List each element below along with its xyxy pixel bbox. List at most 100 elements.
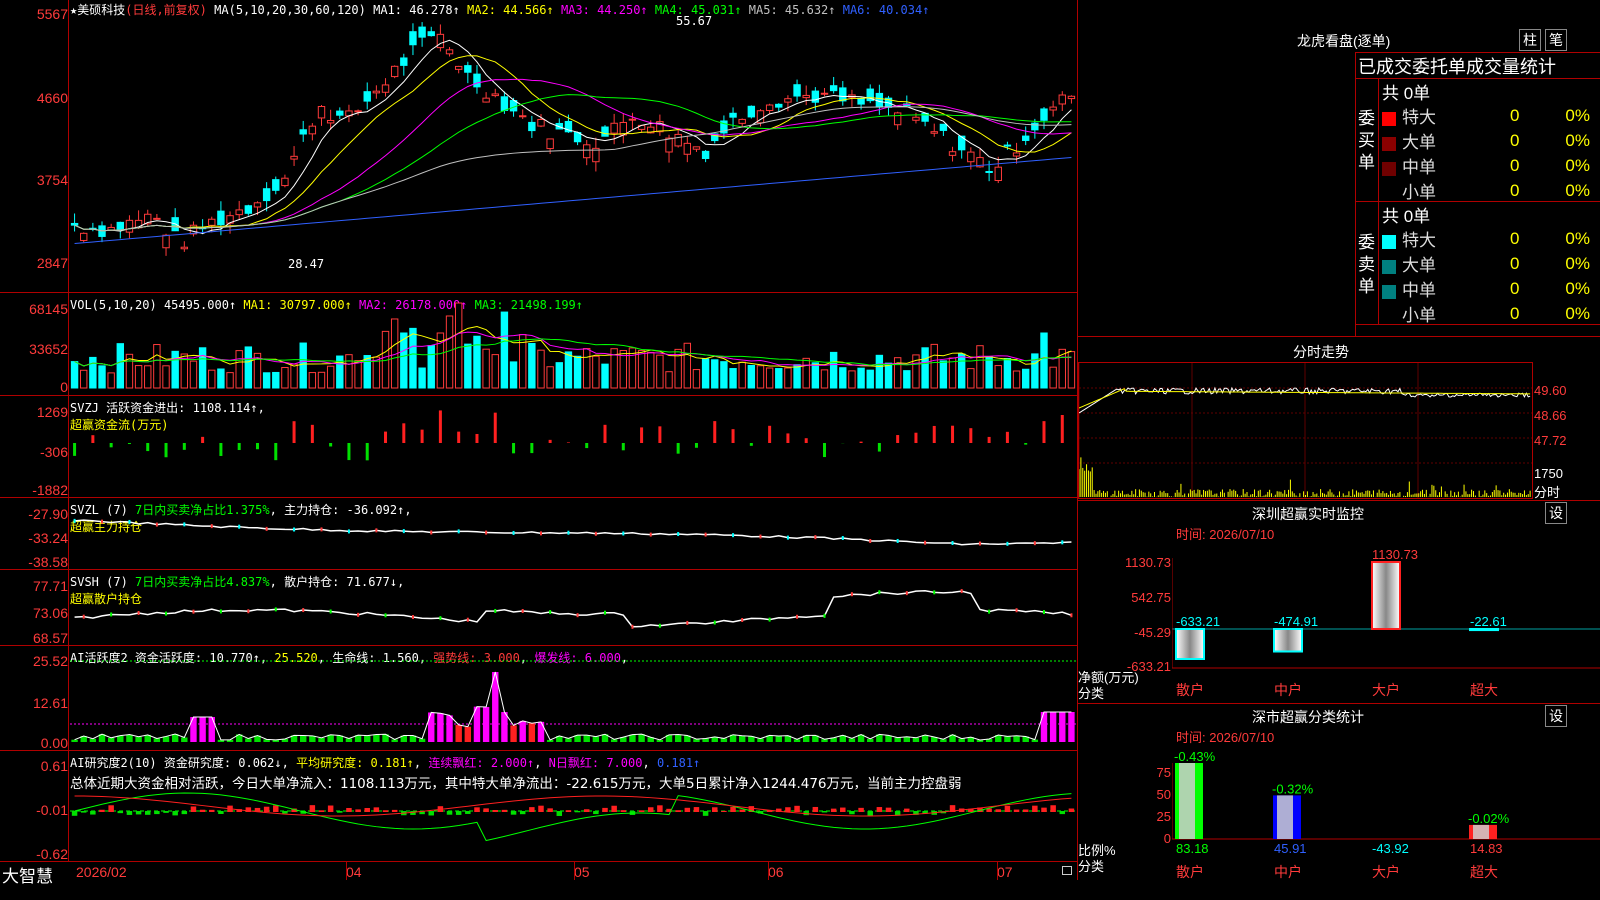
position-tick bbox=[1006, 541, 1009, 546]
candle-body bbox=[939, 123, 948, 131]
brand-logo[interactable]: 大智慧 bbox=[2, 862, 53, 887]
research-bar bbox=[373, 807, 380, 812]
tick-mode-button[interactable]: 笔 bbox=[1545, 29, 1567, 51]
flow-bar bbox=[402, 423, 406, 443]
position-tick bbox=[649, 532, 652, 537]
flow-bar bbox=[146, 443, 150, 452]
activity-bar bbox=[208, 717, 215, 742]
svzl-chart[interactable] bbox=[70, 498, 1076, 569]
ratio-bar-shine bbox=[1277, 795, 1293, 839]
sz-monitor-chart[interactable]: -633.21 散户 -474.91 中户 1130.73 大户 -22.61 超大 bbox=[1172, 540, 1600, 702]
position-tick bbox=[896, 538, 899, 543]
activity-bar bbox=[345, 738, 353, 742]
research-bar bbox=[172, 811, 178, 816]
candle-body bbox=[619, 121, 628, 136]
intraday-chart-frame[interactable] bbox=[1078, 362, 1533, 499]
activity-bar bbox=[510, 725, 517, 742]
sz-monitor-settings-button[interactable]: 设 bbox=[1545, 502, 1567, 524]
candle-body bbox=[116, 221, 125, 231]
candle-body bbox=[665, 137, 673, 153]
buy-count: 0 bbox=[1510, 105, 1520, 125]
buy-name: 大单 bbox=[1402, 133, 1436, 152]
svsh-chart[interactable] bbox=[70, 570, 1076, 645]
candle-body bbox=[610, 122, 618, 134]
ai-active-axis-2: 0.00 bbox=[40, 735, 68, 751]
intraday-chart[interactable] bbox=[1078, 363, 1532, 498]
position-tick bbox=[786, 535, 789, 540]
activity-bar bbox=[181, 737, 188, 742]
research-bar bbox=[529, 807, 535, 812]
volume-bar bbox=[317, 371, 326, 389]
volume-bar bbox=[98, 365, 106, 389]
flow-bar bbox=[603, 424, 607, 443]
ai-research-axis-0: 0.61 bbox=[40, 758, 68, 774]
volume-bar bbox=[555, 362, 563, 389]
intraday-axis-2: 47.72 bbox=[1534, 433, 1567, 448]
candle-body bbox=[738, 118, 746, 124]
flow-bar bbox=[457, 431, 461, 443]
research-bar bbox=[675, 810, 681, 812]
flow-bar bbox=[1042, 421, 1046, 443]
sz-class-chart[interactable]: -0.43% 83.18 散户 -0.32% 45.91 中户 -43.92 大户 -0.02%… bbox=[1172, 743, 1600, 900]
flow-bar bbox=[255, 443, 259, 450]
position-tick bbox=[192, 609, 195, 614]
volume-bar bbox=[875, 354, 884, 389]
volume-bar bbox=[217, 368, 225, 389]
flow-bar bbox=[219, 443, 223, 456]
sz-class-settings-button[interactable]: 设 bbox=[1545, 705, 1567, 727]
category-label: 大户 bbox=[1372, 864, 1400, 881]
research-bar bbox=[209, 809, 215, 812]
research-bar bbox=[556, 811, 563, 816]
ai-active-chart[interactable] bbox=[70, 646, 1076, 750]
lock-icon[interactable] bbox=[1062, 866, 1072, 875]
volume-bar bbox=[208, 369, 216, 389]
volume-bar bbox=[262, 372, 271, 389]
candlestick-chart[interactable] bbox=[70, 0, 1076, 292]
candle-body bbox=[601, 126, 609, 137]
longhu-title: 龙虎看盘(逐单) bbox=[1297, 33, 1391, 49]
candle-body bbox=[427, 31, 435, 37]
ai-research-chart[interactable] bbox=[70, 751, 1076, 861]
flow-bar bbox=[310, 424, 314, 443]
research-bar bbox=[657, 805, 663, 812]
research-bar bbox=[574, 811, 581, 813]
flow-bar bbox=[640, 427, 644, 443]
bar-mode-button[interactable]: 柱 bbox=[1519, 29, 1541, 51]
sell-swatch bbox=[1382, 259, 1396, 274]
sell-total: 共 0单 bbox=[1382, 207, 1431, 226]
activity-bar bbox=[1049, 712, 1057, 742]
category-label: 中户 bbox=[1274, 864, 1302, 881]
ratio-bar-shine bbox=[1473, 824, 1489, 839]
activity-bar bbox=[446, 715, 453, 742]
position-tick bbox=[622, 531, 625, 536]
position-tick bbox=[631, 624, 634, 629]
candle-body bbox=[994, 166, 1002, 182]
position-tick bbox=[320, 527, 323, 532]
sell-swatch bbox=[1382, 284, 1396, 299]
volume-bar bbox=[354, 360, 362, 389]
buy-count: 0 bbox=[1510, 180, 1520, 200]
sell-orders-label: 委卖单 bbox=[1358, 233, 1375, 296]
volume-chart[interactable] bbox=[70, 293, 1076, 395]
price-axis-1: 4660 bbox=[36, 90, 68, 106]
volume-bar bbox=[162, 365, 170, 389]
buy-name: 中单 bbox=[1402, 158, 1436, 177]
category-label: 超大 bbox=[1470, 865, 1498, 881]
volume-bar bbox=[573, 355, 582, 389]
candle-body bbox=[281, 177, 289, 187]
sell-pct: 0% bbox=[1565, 253, 1590, 273]
buy-pct: 0% bbox=[1565, 155, 1590, 175]
main-chart-area[interactable]: ★美硕科技(日线,前复权) MA(5,10,20,30,60,120) MA1:… bbox=[0, 0, 1078, 887]
candle-body bbox=[1040, 108, 1048, 121]
candle-body bbox=[765, 104, 774, 111]
volume-bar bbox=[665, 371, 673, 389]
svzj-chart[interactable] bbox=[70, 396, 1076, 497]
ma10-line bbox=[74, 55, 1072, 232]
flow-bar bbox=[932, 425, 936, 443]
ai-research-axis-1: -0.01 bbox=[36, 802, 68, 818]
position-tick bbox=[978, 541, 981, 546]
candle-body bbox=[473, 73, 481, 88]
longhu-tabs[interactable]: 已成交委托单成交量统计 bbox=[1358, 53, 1556, 79]
candle-body bbox=[912, 116, 920, 121]
activity-bar bbox=[199, 717, 206, 742]
